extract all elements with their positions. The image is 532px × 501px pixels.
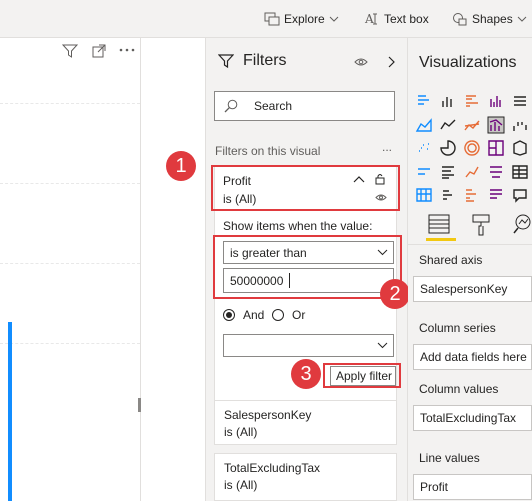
filters-section-label: Filters on this visual: [215, 144, 321, 158]
smart-narrative-icon[interactable]: [487, 186, 505, 204]
callout-badge-1: 1: [166, 151, 196, 181]
shapes-button[interactable]: Shapes: [452, 10, 527, 28]
map-icon[interactable]: [511, 139, 529, 157]
format-paint-roller-icon[interactable]: [472, 214, 490, 236]
active-tab-indicator: [426, 238, 456, 241]
second-condition-dropdown[interactable]: [223, 334, 394, 357]
percent-bar-icon[interactable]: [511, 92, 529, 110]
key-influencers-icon[interactable]: [463, 186, 481, 204]
column-series-well[interactable]: Add data fields here: [413, 344, 532, 370]
slicer-icon[interactable]: [487, 163, 505, 181]
eye-icon[interactable]: [354, 57, 368, 67]
line-chart-icon[interactable]: [439, 116, 457, 134]
chart-bar[interactable]: [8, 322, 12, 501]
explore-label: Explore: [284, 12, 325, 26]
scatter-chart-icon[interactable]: [415, 139, 433, 157]
gridline: [0, 183, 140, 184]
or-radio[interactable]: [272, 309, 284, 321]
callout-box-3: [323, 363, 401, 388]
multi-row-card-icon[interactable]: [439, 163, 457, 181]
svg-text:A: A: [364, 12, 374, 26]
filter-state: is (All): [224, 478, 258, 492]
text-box-button[interactable]: A Text box: [364, 10, 429, 28]
line-values-label: Line values: [419, 451, 480, 465]
collapse-pane-icon[interactable]: [387, 56, 395, 68]
r-visual-icon[interactable]: [439, 186, 457, 204]
and-label: And: [243, 308, 265, 322]
gridline: [0, 343, 140, 344]
or-label: Or: [292, 308, 306, 322]
chevron-down-icon: [329, 16, 339, 22]
report-canvas[interactable]: [0, 38, 140, 501]
focus-mode-icon[interactable]: [92, 44, 106, 58]
search-placeholder: Search: [254, 99, 293, 113]
column-series-label: Column series: [419, 321, 496, 335]
filter-search-box[interactable]: Search: [214, 91, 395, 121]
column-values-well[interactable]: TotalExcludingTax: [413, 405, 532, 431]
canvas-gap: [141, 38, 205, 501]
visualizations-title: Visualizations: [419, 54, 517, 71]
analytics-icon[interactable]: [513, 214, 532, 234]
text-box-label: Text box: [384, 12, 429, 26]
line-values-well[interactable]: Profit: [413, 474, 532, 500]
gridline: [0, 103, 140, 104]
ribbon-chart-icon[interactable]: [463, 116, 481, 134]
visualizations-pane: Visualizations Shared axis Column series…: [408, 38, 532, 501]
donut-chart-icon[interactable]: [463, 139, 481, 157]
section-more-options[interactable]: ...: [382, 140, 392, 154]
filter-field-name: TotalExcludingTax: [224, 461, 321, 475]
shared-axis-label: Shared axis: [419, 253, 483, 267]
salespersonkey-filter-card[interactable]: SalespersonKey is (All): [214, 400, 397, 445]
more-options-icon[interactable]: [119, 48, 135, 52]
waterfall-icon[interactable]: [511, 116, 529, 134]
filter-field-name: SalespersonKey: [224, 408, 312, 422]
divider: [408, 244, 532, 245]
card-icon[interactable]: [415, 163, 433, 181]
chevron-down-icon: [517, 16, 527, 22]
qna-icon[interactable]: [511, 186, 529, 204]
shapes-label: Shapes: [472, 12, 513, 26]
and-radio[interactable]: [223, 309, 235, 321]
pie-chart-icon[interactable]: [439, 139, 457, 157]
area-chart-icon[interactable]: [415, 116, 433, 134]
chevron-down-icon: [377, 342, 388, 349]
shared-axis-well[interactable]: SalespersonKey: [413, 276, 532, 302]
filters-title: Filters: [243, 52, 287, 69]
stacked-column-icon[interactable]: [439, 92, 457, 110]
top-ribbon: Explore A Text box Shapes: [0, 0, 532, 38]
line-column-combo-icon[interactable]: [487, 116, 505, 134]
callout-box-1: [211, 165, 400, 211]
clustered-bar-icon[interactable]: [463, 92, 481, 110]
filter-icon: [218, 54, 234, 69]
search-icon: [224, 99, 238, 113]
totalexcludingtax-filter-card[interactable]: TotalExcludingTax is (All): [214, 453, 397, 501]
radio-selected-dot: [226, 312, 232, 318]
kpi-icon[interactable]: [463, 163, 481, 181]
text-box-icon: A: [364, 12, 377, 26]
gridline: [0, 263, 140, 264]
show-items-label: Show items when the value:: [223, 219, 373, 233]
callout-badge-2: 2: [380, 279, 410, 309]
callout-badge-3: 3: [291, 359, 321, 389]
explore-button[interactable]: Explore: [264, 10, 339, 28]
clustered-column-icon[interactable]: [487, 92, 505, 110]
fields-tab-icon[interactable]: [428, 214, 450, 234]
table-icon[interactable]: [511, 163, 529, 181]
shapes-icon: [453, 13, 467, 26]
treemap-icon[interactable]: [487, 139, 505, 157]
column-values-label: Column values: [419, 382, 499, 396]
stacked-bar-icon[interactable]: [415, 92, 433, 110]
filter-icon[interactable]: [62, 44, 78, 58]
filter-state: is (All): [224, 425, 258, 439]
callout-box-2: [213, 235, 402, 299]
matrix-icon[interactable]: [415, 186, 433, 204]
explore-icon: [264, 12, 280, 26]
